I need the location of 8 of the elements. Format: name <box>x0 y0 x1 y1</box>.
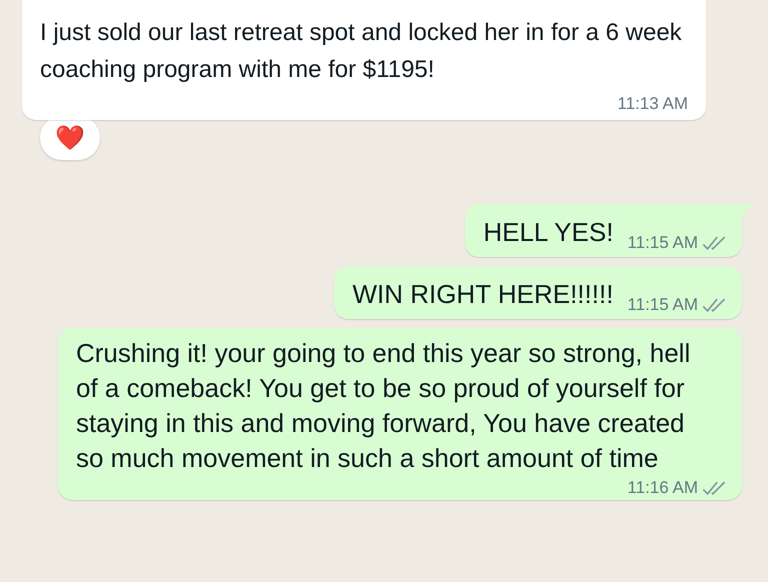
timestamp: 11:15 AM <box>627 294 698 316</box>
timestamp: 11:13 AM <box>617 93 688 115</box>
timestamp: 11:16 AM <box>627 477 698 499</box>
message-text: HELL YES! <box>483 216 614 249</box>
message-text: I just sold our last retreat spot and locked her in for a 6 week coaching program with me for $1195! <box>40 19 682 83</box>
message-text: WIN RIGHT HERE!!!!!! <box>352 278 614 311</box>
message-text: Crushing it! your going to end this year so strong, hell of a comeback! You get to be so proud of yourself for staying in this and moving forward, You have created so much movement in such a short amount of time <box>76 337 692 475</box>
timestamp: 11:15 AM <box>627 232 698 254</box>
